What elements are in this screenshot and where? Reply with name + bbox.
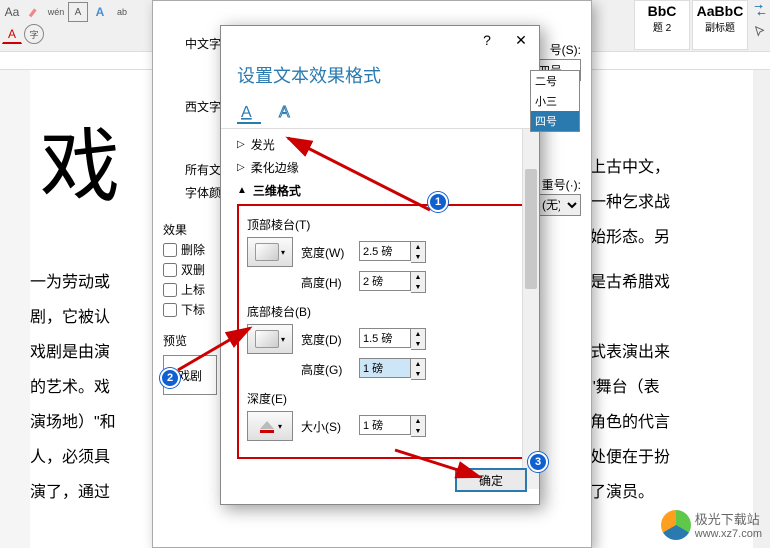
char-shading-icon[interactable]: ab [112, 2, 132, 22]
text-effect-dialog: ? ✕ 设置文本效果格式 A A ▷发光 ▷柔化边缘 ▲三维格式 顶部棱台(T)… [220, 25, 540, 505]
style-gallery: BbC题 2 AaBbC副标题 [634, 0, 770, 50]
highlight-box: 顶部棱台(T) ▾ 宽度(W) ▲▼ 高度(H) ▲▼ 底部棱台(B) ▾ 宽度… [237, 204, 533, 459]
svg-text:A: A [279, 104, 290, 121]
accent-select[interactable]: (无) [533, 194, 581, 216]
phonetic-icon[interactable]: wén [46, 2, 66, 22]
enclose-char-icon[interactable]: 字 [24, 24, 44, 44]
help-button[interactable]: ? [475, 28, 499, 52]
close-button[interactable]: ✕ [509, 28, 533, 52]
font-color-icon[interactable]: A [2, 24, 22, 44]
dialog-scrollbar[interactable] [522, 129, 539, 489]
top-bevel-picker[interactable]: ▾ [247, 237, 293, 267]
watermark: 极光下载站 www.xz7.com [661, 509, 762, 540]
char-border-icon[interactable]: A [68, 2, 88, 22]
watermark-logo-icon [661, 510, 691, 540]
svg-text:A: A [241, 104, 252, 121]
annotation-1: 1 [428, 192, 448, 212]
text-effect-icon[interactable]: A [90, 2, 110, 22]
strikethrough-checkbox[interactable] [163, 243, 177, 257]
top-width-spinner[interactable]: ▲▼ [359, 241, 426, 263]
bottom-height-spinner[interactable]: ▲▼ [359, 358, 426, 380]
vertical-scrollbar[interactable] [753, 70, 770, 548]
text-effects-tab[interactable]: A [275, 100, 299, 124]
annotation-3: 3 [528, 452, 548, 472]
depth-color-picker[interactable]: ▾ [247, 411, 293, 441]
big-char: 戏 [40, 124, 120, 212]
style-subtitle[interactable]: AaBbC副标题 [692, 0, 748, 50]
depth-size-spinner[interactable]: ▲▼ [359, 415, 426, 437]
superscript-checkbox[interactable] [163, 283, 177, 297]
replace-icon[interactable] [750, 0, 770, 20]
text-fill-tab[interactable]: A [237, 100, 261, 124]
style-heading2[interactable]: BbC题 2 [634, 0, 690, 50]
annotation-2: 2 [160, 368, 180, 388]
bottom-width-spinner[interactable]: ▲▼ [359, 328, 426, 350]
select-cursor-icon[interactable] [750, 22, 770, 42]
double-strike-checkbox[interactable] [163, 263, 177, 277]
size-listbox[interactable]: 二号 小三 四号 [530, 70, 580, 132]
font-case-icon[interactable]: Aa [2, 2, 22, 22]
dialog-title: 设置文本效果格式 [221, 54, 539, 96]
top-height-spinner[interactable]: ▲▼ [359, 271, 426, 293]
font-highlight-icon[interactable] [24, 2, 44, 22]
subscript-checkbox[interactable] [163, 303, 177, 317]
